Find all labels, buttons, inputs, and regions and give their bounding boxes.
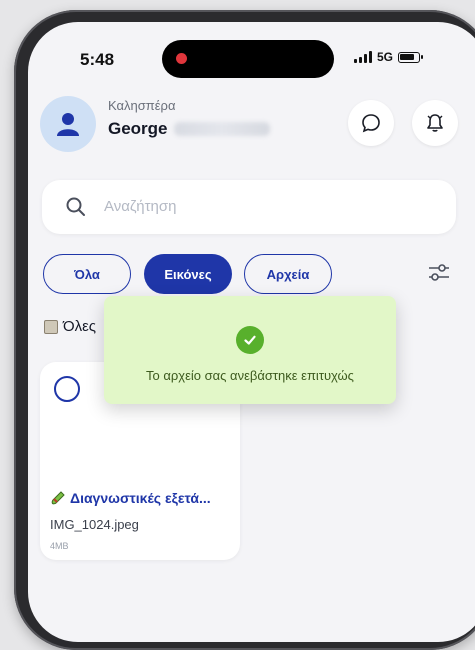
battery-icon [398, 51, 424, 63]
search-placeholder: Αναζήτηση [104, 198, 177, 215]
status-indicators: 5G [354, 50, 424, 64]
filter-chip-images[interactable]: Εικόνες [144, 254, 232, 294]
calendar-icon [44, 319, 58, 334]
search-icon [66, 197, 85, 216]
user-first-name: George [108, 119, 168, 138]
recording-indicator [176, 53, 187, 64]
greeting-text: Καλησπέρα [108, 98, 176, 113]
user-name: George [108, 119, 270, 139]
notifications-button[interactable] [412, 100, 458, 146]
bell-icon [427, 114, 443, 132]
section-header: Όλες [44, 318, 96, 335]
toast-message: Το αρχείο σας ανεβάστηκε επιτυχώς [146, 368, 354, 383]
status-time: 5:48 [80, 50, 115, 69]
app-header: Καλησπέρα George [40, 92, 470, 152]
file-name: IMG_1024.jpeg [50, 517, 139, 532]
status-bar: 5:48 5G [28, 22, 475, 92]
file-title-text: Διαγνωστικές εξετά... [70, 490, 211, 506]
signal-icon [354, 51, 372, 63]
user-icon [57, 113, 79, 136]
dynamic-island [162, 40, 334, 78]
file-title: Διαγνωστικές εξετά... [50, 490, 211, 506]
search-input[interactable]: Αναζήτηση [42, 180, 456, 234]
chat-button[interactable] [348, 100, 394, 146]
check-circle-icon [236, 326, 264, 354]
file-size: 4MB [50, 541, 69, 551]
select-checkbox[interactable] [54, 376, 80, 402]
app-screen: 5:48 5G Καλησπέρα George Αναζήτηση Όλα Ε… [28, 22, 475, 642]
section-title: Όλες [63, 318, 97, 335]
redacted-surname [173, 122, 270, 136]
test-tube-icon [51, 491, 65, 505]
chat-bubble-icon [362, 114, 380, 133]
filter-chip-all[interactable]: Όλα [43, 254, 131, 294]
network-type: 5G [377, 50, 394, 64]
filter-chip-files[interactable]: Αρχεία [244, 254, 332, 294]
avatar[interactable] [40, 96, 96, 152]
sliders-icon[interactable] [426, 260, 452, 286]
upload-success-toast: Το αρχείο σας ανεβάστηκε επιτυχώς [104, 296, 396, 404]
